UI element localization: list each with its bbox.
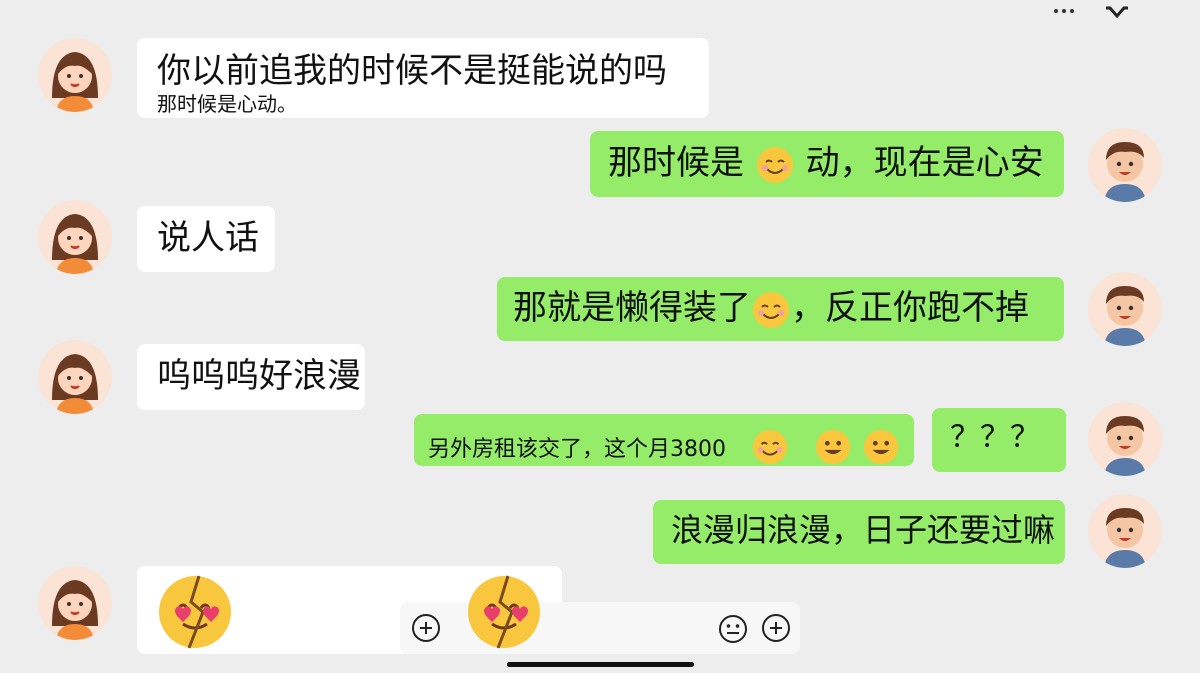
message-text: 就是懒得装了 (547, 288, 751, 328)
input-bar[interactable] (400, 575, 800, 654)
message-bubble[interactable]: 呜呜呜好浪漫 (137, 344, 365, 410)
smiling-face-icon (752, 429, 787, 464)
message-text: 那 (513, 288, 547, 328)
message-text: 动，现在是心安 (805, 143, 1044, 183)
message-text: 那时候是 (608, 143, 744, 183)
wifi-icon (1106, 6, 1128, 18)
message-bubble[interactable]: 那就是懒得装了 ，反正你跑不掉 (497, 277, 1064, 341)
girl-avatar-icon[interactable] (38, 38, 112, 112)
broken-heart-face-icon (159, 575, 231, 649)
message-bubble[interactable]: 那时候是 动，现在是心安 (590, 131, 1064, 197)
message-text: ，反正你跑不掉 (791, 288, 1029, 328)
smiling-face-icon (753, 291, 789, 328)
message-text: ？？？ (950, 420, 1040, 455)
message-text: 浪漫归浪漫，日子还要过嘛 (671, 511, 1056, 549)
plus-circle-icon[interactable] (412, 614, 440, 642)
more-dots-icon (1054, 9, 1074, 13)
message-subtext: 那时候是心动。 (157, 92, 297, 117)
boy-avatar-icon[interactable] (1088, 402, 1162, 476)
girl-avatar-icon[interactable] (38, 200, 112, 274)
girl-avatar-icon[interactable] (38, 340, 112, 414)
message-text: 呜呜呜好浪漫 (157, 356, 361, 396)
status-bar (1054, 4, 1130, 18)
chat-screen: 你以前追我的时候不是挺能说的吗 那时候是心动。 那时候是 动，现在是心安 说人话… (0, 0, 1200, 673)
girl-avatar-icon[interactable] (38, 566, 112, 640)
plus-circle-icon[interactable] (762, 614, 790, 642)
smiling-face-icon (864, 429, 899, 464)
boy-avatar-icon[interactable] (1088, 272, 1162, 346)
message-bubble[interactable]: 你以前追我的时候不是挺能说的吗 那时候是心动。 (137, 38, 709, 118)
message-bubble[interactable]: 浪漫归浪漫，日子还要过嘛 (653, 500, 1065, 564)
boy-avatar-icon[interactable] (1088, 128, 1162, 202)
boy-avatar-icon[interactable] (1088, 494, 1162, 568)
smiling-face-icon (756, 146, 793, 183)
message-bubble[interactable]: ？？？ (932, 408, 1066, 472)
message-text: 你以前追我的时候不是挺能说的吗 (157, 51, 667, 91)
smiling-face-icon (815, 429, 850, 464)
home-indicator (507, 662, 694, 667)
message-text: 说人话 (157, 218, 259, 258)
neutral-face-icon[interactable] (718, 614, 748, 644)
broken-heart-face-icon (468, 575, 540, 649)
message-text: 另外房租该交了，这个月3800 (428, 437, 726, 462)
message-bubble[interactable]: 说人话 (137, 206, 275, 272)
message-bubble[interactable]: 另外房租该交了，这个月3800 (414, 414, 914, 466)
